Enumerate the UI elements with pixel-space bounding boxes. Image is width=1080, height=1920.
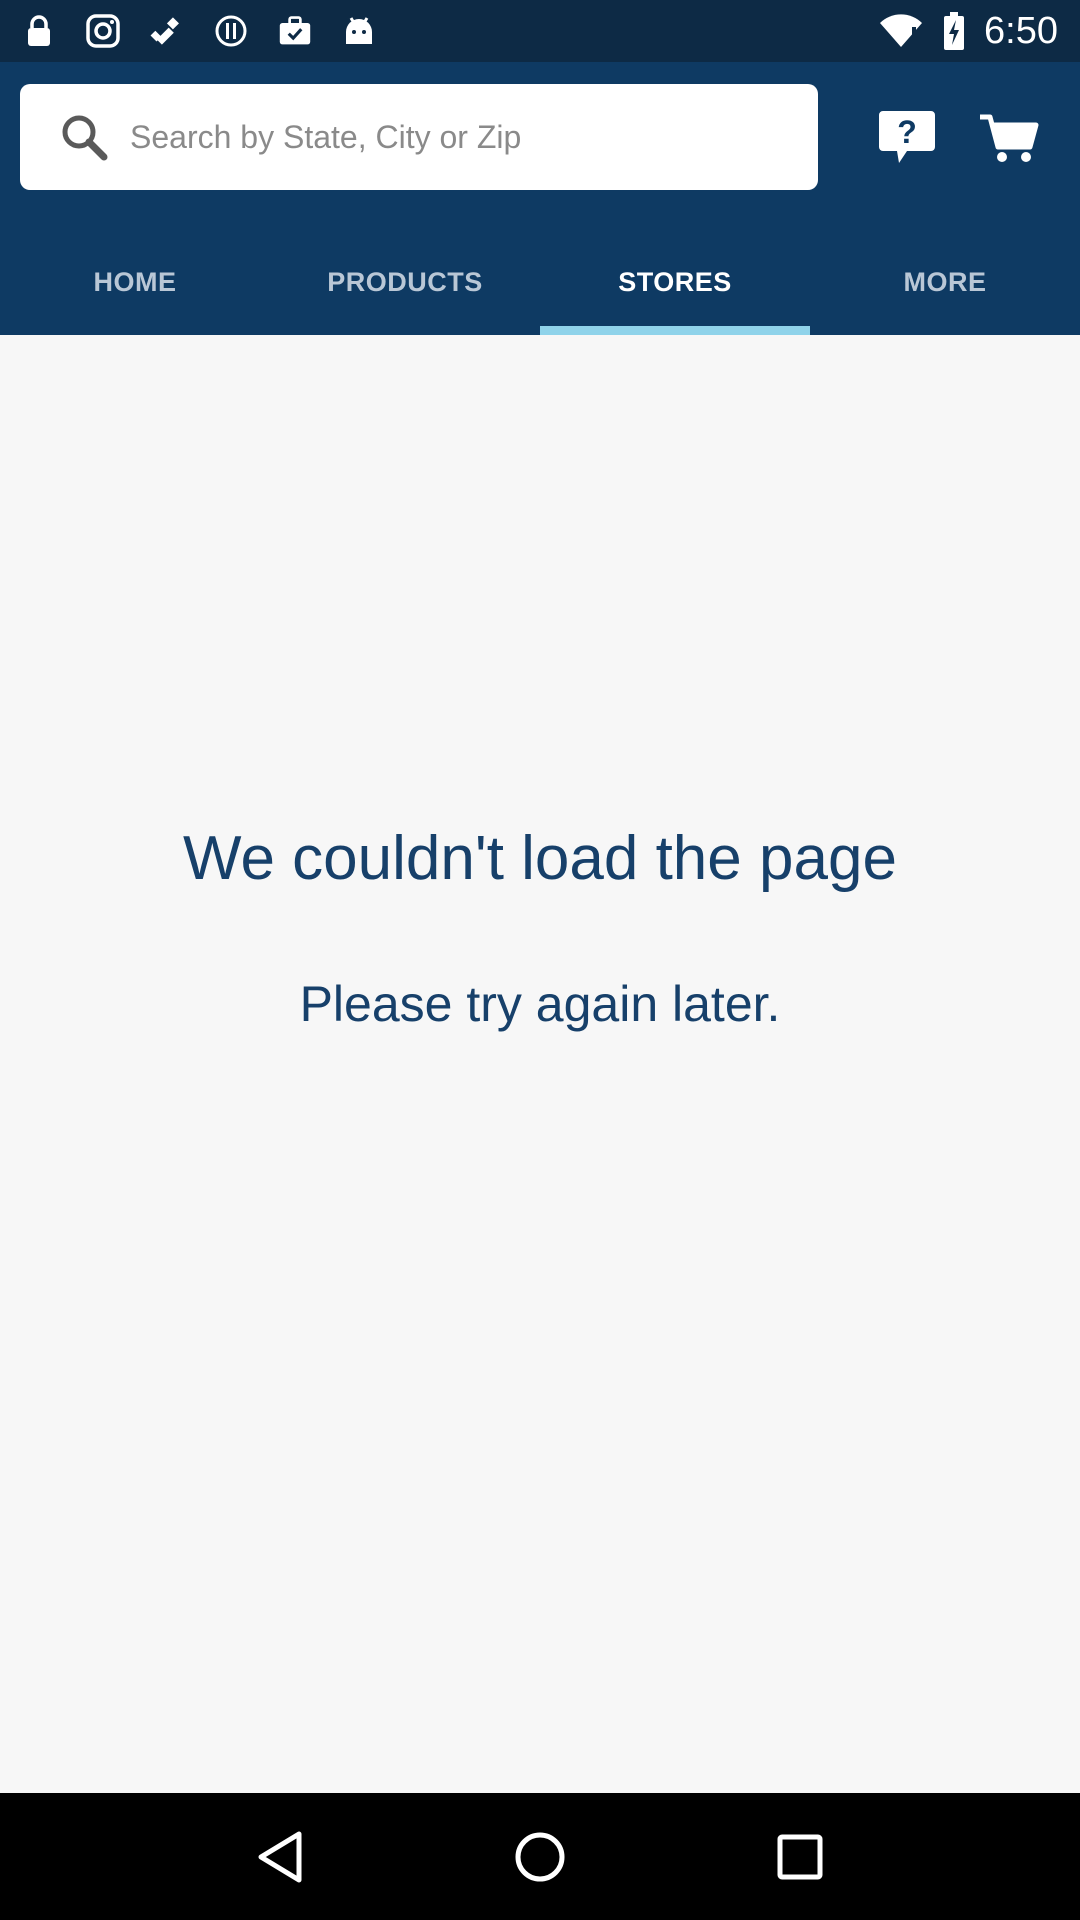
system-nav-bar — [0, 1793, 1080, 1920]
battery-charging-icon — [942, 12, 966, 50]
error-title: We couldn't load the page — [183, 824, 897, 893]
cart-button[interactable] — [976, 110, 1042, 166]
tab-home[interactable]: HOME — [0, 230, 270, 335]
status-time: 6:50 — [984, 9, 1058, 52]
home-button[interactable] — [500, 1817, 580, 1897]
wifi-alert-icon — [878, 14, 924, 48]
recents-icon — [777, 1834, 823, 1879]
help-chat-icon: ? — [879, 111, 935, 163]
lock-icon — [22, 14, 56, 48]
tab-bar: HOME PRODUCTS STORES MORE — [0, 230, 1080, 335]
back-icon — [258, 1831, 302, 1882]
home-icon — [515, 1832, 565, 1881]
info-icon — [214, 14, 248, 48]
status-left-icons — [22, 14, 376, 48]
tab-stores[interactable]: STORES — [540, 230, 810, 335]
status-bar: 6:50 — [0, 0, 1080, 62]
briefcase-check-icon — [278, 14, 312, 48]
android-icon — [342, 14, 376, 48]
back-button[interactable] — [240, 1817, 320, 1897]
status-right: 6:50 — [878, 10, 1058, 53]
fake-gps-icon — [150, 14, 184, 48]
svg-text:?: ? — [897, 114, 917, 150]
app-header: ? HOME PRODUCTS STORES MORE — [0, 62, 1080, 335]
search-icon — [62, 115, 108, 161]
tab-more[interactable]: MORE — [810, 230, 1080, 335]
error-subtitle: Please try again later. — [299, 976, 781, 1032]
recents-button[interactable] — [760, 1817, 840, 1897]
main-content: We couldn't load the page Please try aga… — [0, 335, 1080, 1793]
instagram-icon — [86, 14, 120, 48]
search-input[interactable] — [130, 118, 790, 156]
cart-icon — [980, 114, 1039, 162]
search-box[interactable] — [20, 84, 818, 190]
tab-products[interactable]: PRODUCTS — [270, 230, 540, 335]
help-button[interactable]: ? — [876, 108, 938, 168]
